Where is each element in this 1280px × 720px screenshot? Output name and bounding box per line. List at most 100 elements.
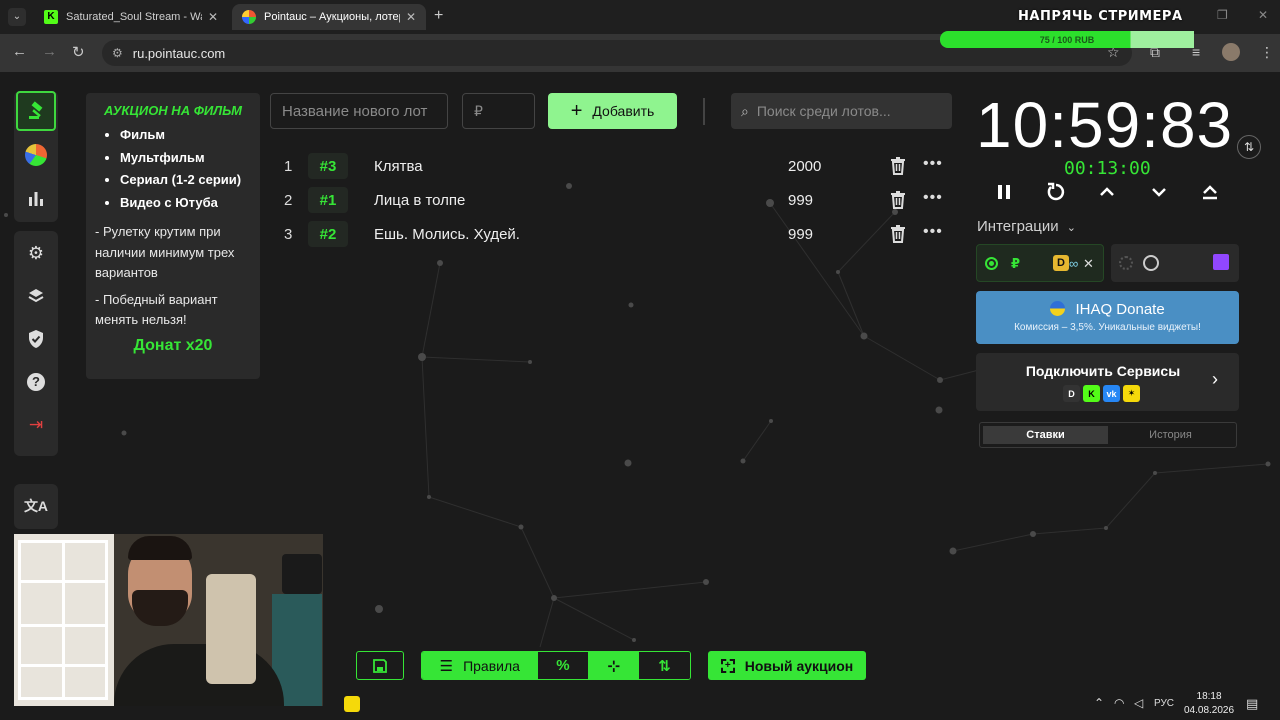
delete-trash-icon[interactable] [887, 189, 909, 211]
forward-arrow-icon[interactable]: → [42, 43, 57, 60]
lot-id-badge[interactable]: #3 [308, 153, 348, 179]
translate-icon[interactable]: 文A [16, 486, 56, 526]
sidebar-item-layers[interactable] [16, 276, 56, 316]
search-placeholder: Поиск среди лотов... [756, 103, 891, 119]
wifi-icon[interactable]: ◠ [1114, 696, 1124, 710]
x-service-icon: ✕ [1083, 256, 1094, 271]
close-tab-icon[interactable]: ✕ [208, 10, 218, 24]
volume-icon[interactable]: ◁ [1134, 696, 1143, 710]
rules-button-label: Правила [463, 657, 520, 674]
donationalerts-icon [1143, 255, 1159, 271]
time-down-button[interactable] [1147, 180, 1171, 204]
percent-button[interactable]: % [537, 652, 589, 679]
search-icon: ⌕ [741, 102, 749, 119]
taskbar-app-icon[interactable] [344, 696, 360, 712]
lot-name[interactable]: Ешь. Молись. Худей. [374, 226, 520, 243]
lot-name[interactable]: Лица в толпе [374, 192, 465, 209]
new-auction-button[interactable]: + Новый аукцион [708, 651, 866, 680]
more-options-icon[interactable]: ••• [923, 189, 943, 207]
ihaq-title: IHAQ Donate [1075, 301, 1165, 318]
new-tab-icon[interactable]: + [434, 7, 443, 25]
lot-index: 2 [284, 192, 293, 209]
rules-button[interactable]: ☰ Правила [422, 652, 538, 679]
sidebar-item-help[interactable]: ? [16, 362, 56, 402]
lot-id-badge[interactable]: #1 [308, 187, 348, 213]
boosty-icon: ✶ [1123, 385, 1140, 402]
save-button[interactable] [356, 651, 404, 680]
more-options-icon[interactable]: ••• [923, 155, 943, 173]
rules-list-item: Видео с Ютуба [120, 192, 252, 215]
chevron-down-icon: ⌄ [1066, 222, 1077, 234]
profile-avatar[interactable] [1222, 43, 1240, 61]
lot-search-input[interactable]: ⌕ Поиск среди лотов... [731, 93, 952, 129]
add-lot-button[interactable]: + Добавить [548, 93, 677, 129]
language-indicator[interactable]: РУС [1154, 698, 1174, 709]
browser-tab-pointauc[interactable]: Pointauc – Аукционы, лотереи ✕ [232, 4, 426, 30]
back-arrow-icon[interactable]: ← [12, 43, 27, 60]
lot-amount[interactable]: 999 [788, 226, 813, 243]
browser-menu-icon[interactable]: ⋮ [1260, 44, 1274, 61]
taskbar-clock[interactable]: 18:18 04.08.2026 [1184, 690, 1234, 718]
pause-icon [998, 185, 1010, 199]
integrations-dropdown[interactable]: Интеграции ⌄ [977, 218, 1076, 235]
auction-timer: 10:59:83 [976, 89, 1234, 161]
delete-trash-icon[interactable] [887, 223, 909, 245]
browser-tab-twitch[interactable]: K Saturated_Soul Stream - Watch ✕ [34, 4, 228, 30]
save-icon [373, 658, 387, 673]
time-up-button[interactable] [1095, 180, 1119, 204]
more-options-icon[interactable]: ••• [923, 223, 943, 241]
close-tab-icon[interactable]: ✕ [406, 10, 416, 24]
timer-increment[interactable]: 00:13:00 [1064, 158, 1151, 179]
settings-gear-icon[interactable]: ⚙ [16, 233, 56, 273]
sidebar-language-group: 文A [14, 484, 58, 529]
clock-time: 18:18 [1196, 691, 1222, 702]
help-icon: ? [27, 373, 45, 391]
ihaq-donate-banner[interactable]: IHAQ Donate Комиссия – 3,5%. Уникальные … [976, 291, 1239, 344]
tab-bids[interactable]: Ставки [983, 426, 1108, 444]
sort-arrows-icon[interactable]: ⇅ [639, 652, 690, 679]
lot-id-badge[interactable]: #2 [308, 221, 348, 247]
sidebar-item-security[interactable] [16, 319, 56, 359]
rules-list: Фильм Мультфильм Сериал (1-2 серии) Виде… [94, 124, 252, 214]
donatex-icon: D [1063, 385, 1080, 402]
lot-name-input[interactable]: Название нового лот [270, 93, 448, 129]
double-chevron-up-icon [1203, 185, 1217, 200]
pause-button[interactable] [992, 180, 1016, 204]
window-restore-icon[interactable]: ❐ [1217, 8, 1228, 22]
chevron-right-icon: › [1212, 369, 1218, 389]
amount-input[interactable]: ₽ [462, 93, 535, 129]
time-max-button[interactable] [1198, 180, 1222, 204]
sidebar-item-stats[interactable] [16, 178, 56, 218]
site-settings-icon[interactable]: ⚙ [112, 46, 123, 60]
service-icons: D K vk ✶ [1063, 385, 1140, 402]
reload-icon[interactable]: ↻ [72, 43, 85, 61]
rules-list-item: Мультфильм [120, 147, 252, 170]
rules-title: АУКЦИОН НА ФИЛЬМ [104, 103, 242, 118]
lot-name[interactable]: Клятва [374, 158, 423, 175]
notifications-icon[interactable]: ▤ [1246, 696, 1258, 712]
connect-services-card[interactable]: Подключить Сервисы D K vk ✶ › [976, 353, 1239, 411]
sidebar-item-auction[interactable] [16, 91, 56, 131]
tab-search-icon[interactable]: ⌄ [8, 8, 26, 26]
split-divide-icon[interactable]: ⊹ [588, 652, 640, 679]
tab-title: Pointauc – Аукционы, лотереи [264, 11, 400, 23]
logout-icon[interactable]: ⇥ [16, 405, 56, 445]
delete-trash-icon[interactable] [887, 155, 909, 177]
swap-direction-icon[interactable]: ⇅ [1237, 135, 1261, 159]
sidebar-item-wheel[interactable] [16, 135, 56, 175]
tab-history[interactable]: История [1108, 426, 1233, 444]
reset-timer-button[interactable] [1044, 180, 1068, 204]
layers-icon [28, 289, 44, 303]
chevron-up-icon [1100, 187, 1114, 196]
goal-title: НАПРЯЧЬ СТРИМЕРА [1018, 9, 1183, 24]
integration-card-active[interactable]: ₽ D ∞ ✕ [976, 244, 1104, 282]
lot-amount[interactable]: 999 [788, 192, 813, 209]
integration-card-inactive[interactable] [1111, 244, 1239, 282]
donate-multiplier: Донат х20 [133, 336, 213, 354]
lot-index: 3 [284, 226, 293, 243]
rules-card: АУКЦИОН НА ФИЛЬМ Фильм Мультфильм Сериал… [86, 93, 260, 379]
window-close-icon[interactable]: ✕ [1258, 8, 1268, 22]
tray-chevron-up-icon[interactable]: ⌃ [1094, 696, 1104, 710]
rules-note: - Рулетку крутим при наличии минимум тре… [95, 224, 235, 280]
lot-amount[interactable]: 2000 [788, 158, 821, 175]
